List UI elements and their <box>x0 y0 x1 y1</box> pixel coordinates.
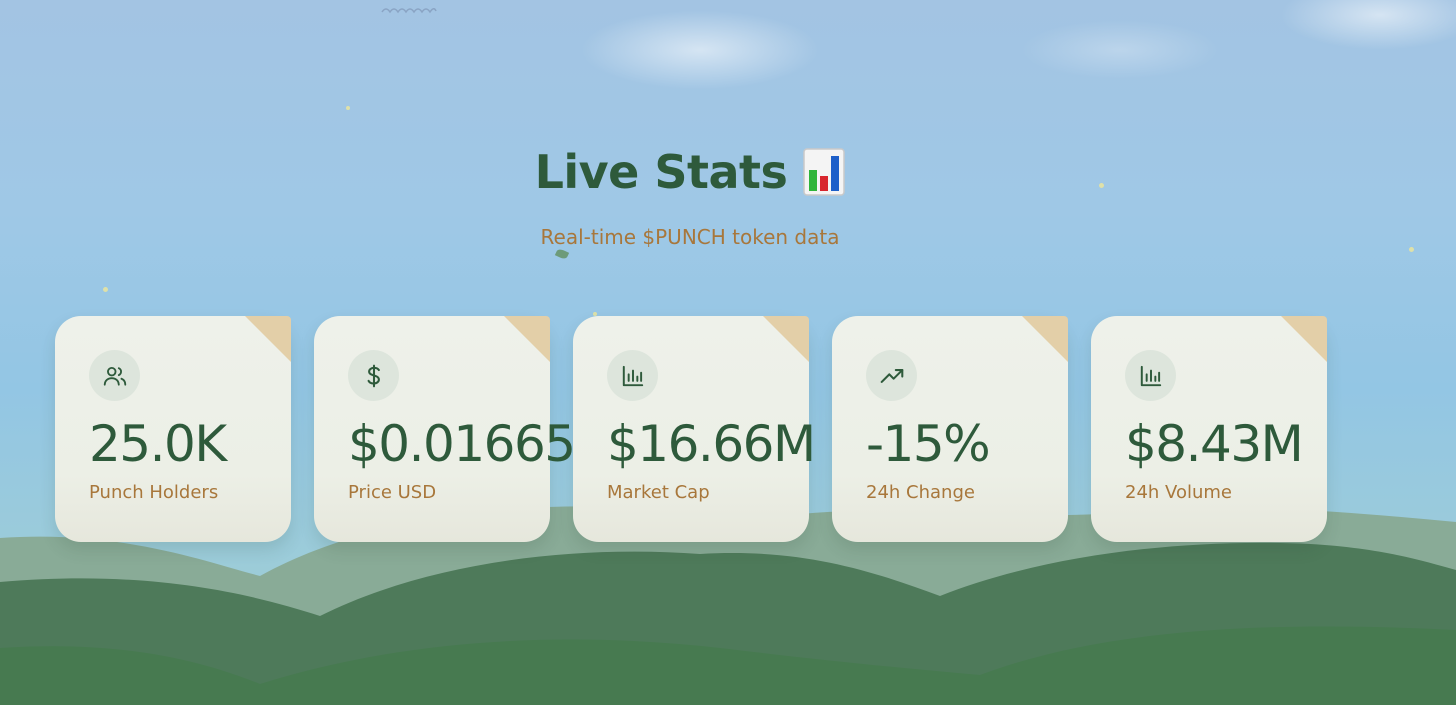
stat-value: $8.43M <box>1125 415 1304 473</box>
stats-header: Live Stats Real-time $PUNCH token data <box>0 145 1380 249</box>
sparkle <box>346 106 350 110</box>
card-corner-fold <box>504 316 550 362</box>
stat-card-market-cap: $16.66M Market Cap <box>573 316 816 542</box>
card-corner-fold <box>1022 316 1068 362</box>
stat-card-24h-volume: $8.43M 24h Volume <box>1091 316 1327 542</box>
stat-value: 25.0K <box>89 415 227 473</box>
leaf-icon <box>554 247 570 261</box>
stat-value: $16.66M <box>607 415 816 473</box>
bar-chart-icon <box>1125 350 1176 401</box>
title-text: Live Stats <box>534 145 788 199</box>
stat-label: Punch Holders <box>89 482 219 503</box>
birds-icon <box>381 8 437 14</box>
dollar-icon <box>348 350 399 401</box>
stat-label: Price USD <box>348 482 437 503</box>
bar-chart-emoji-icon <box>803 148 846 196</box>
stat-card-24h-change: -15% 24h Change <box>832 316 1068 542</box>
stats-cards: 25.0K Punch Holders $0.01665 Price USD $… <box>55 316 1327 542</box>
users-icon <box>89 350 140 401</box>
stat-card-price: $0.01665 Price USD <box>314 316 576 542</box>
page-title: Live Stats <box>535 145 846 199</box>
stat-card-holders: 25.0K Punch Holders <box>55 316 291 542</box>
stat-label: 24h Volume <box>1125 482 1232 503</box>
sparkle <box>1409 247 1414 252</box>
cloud <box>580 10 820 90</box>
card-corner-fold <box>763 316 809 362</box>
stat-label: Market Cap <box>607 482 710 503</box>
stat-value: -15% <box>866 415 991 473</box>
sparkle <box>103 287 108 292</box>
page-subtitle: Real-time $PUNCH token data <box>540 225 840 249</box>
card-corner-fold <box>245 316 291 362</box>
card-corner-fold <box>1281 316 1327 362</box>
cloud <box>1020 20 1220 80</box>
stat-value: $0.01665 <box>348 415 576 473</box>
cloud <box>1280 0 1456 50</box>
bar-chart-icon <box>607 350 658 401</box>
trending-up-icon <box>866 350 917 401</box>
stat-label: 24h Change <box>866 482 975 503</box>
